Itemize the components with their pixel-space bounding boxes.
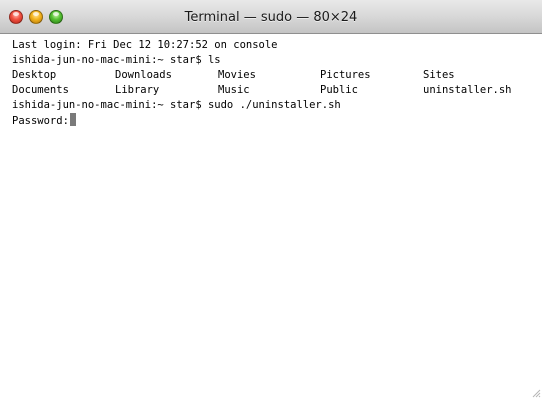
zoom-icon[interactable] <box>49 10 63 24</box>
ls-entry: Pictures <box>320 69 371 81</box>
terminal-window: Terminal — sudo — 80×24 Last login: Fri … <box>0 0 542 399</box>
ls-entry: Downloads <box>115 69 172 81</box>
sudo-command-line: ishida-jun-no-mac-mini:~ star$ sudo ./un… <box>12 99 341 111</box>
ls-entry: Sites <box>423 69 455 81</box>
ls-command-line: ishida-jun-no-mac-mini:~ star$ ls <box>12 54 221 66</box>
password-line[interactable]: Password: <box>12 113 76 128</box>
close-icon[interactable] <box>9 10 23 24</box>
ls-entry: Music <box>218 84 250 96</box>
window-title: Terminal — sudo — 80×24 <box>184 10 358 25</box>
resize-grip-icon[interactable] <box>531 388 541 398</box>
ls-entry: Library <box>115 84 160 96</box>
ls-entry: Movies <box>218 69 256 81</box>
text-cursor <box>69 113 76 126</box>
terminal-output[interactable]: Last login: Fri Dec 12 10:27:52 on conso… <box>0 34 542 399</box>
ls-entry: Documents <box>12 84 69 96</box>
ls-entry: Desktop <box>12 69 57 81</box>
password-prompt: Password: <box>12 115 69 127</box>
ls-entry: uninstaller.sh <box>423 84 512 96</box>
last-login-line: Last login: Fri Dec 12 10:27:52 on conso… <box>12 39 278 51</box>
title-bar[interactable]: Terminal — sudo — 80×24 <box>0 0 542 34</box>
ls-entry: Public <box>320 84 358 96</box>
minimize-icon[interactable] <box>29 10 43 24</box>
